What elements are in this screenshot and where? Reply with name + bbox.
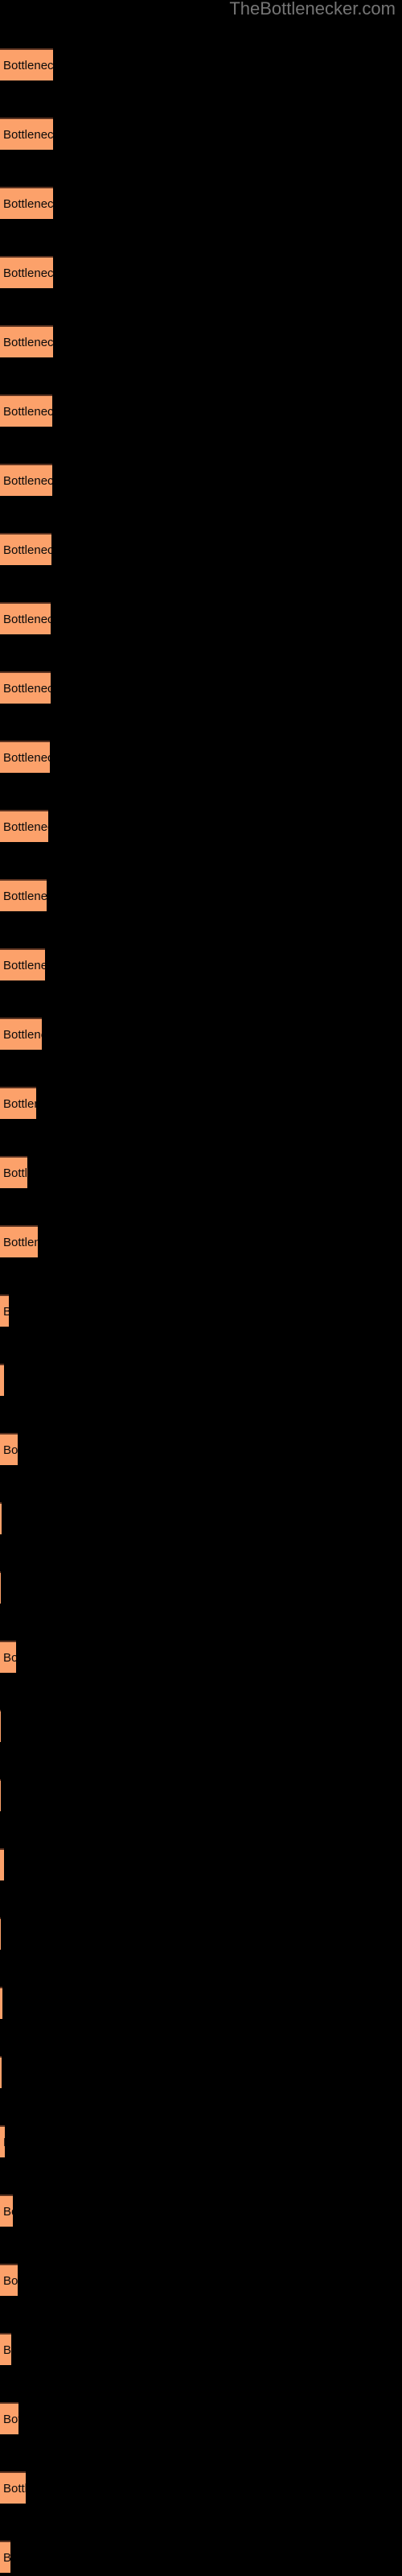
bar: Bottleneck result (0, 2125, 5, 2157)
bar-label: Bottleneck result (3, 890, 47, 903)
bar-label: Bottleneck result (3, 1850, 4, 1880)
bar-label: Bottleneck result (3, 613, 51, 626)
bar: Bottleneck result (0, 256, 53, 288)
bar-label: Bottleneck result (3, 1365, 4, 1396)
bar: Bottleneck result (0, 2264, 18, 2296)
bar: Bottleneck result (0, 1848, 4, 1880)
bar-label: Bottleneck result (3, 1296, 9, 1327)
bar: Bottleneck result (0, 1433, 18, 1465)
bar: Bottleneck result (0, 1571, 1, 1604)
bar: Bottleneck result (0, 1225, 38, 1257)
bar: Bottleneck result (0, 48, 53, 80)
bar-label: Bottleneck result (3, 266, 53, 280)
bar-label: Bottleneck result (3, 820, 48, 834)
bar-label: Bottleneck result (3, 2127, 5, 2157)
bar: Bottleneck result (0, 602, 51, 634)
bar: Bottleneck result (0, 1294, 9, 1327)
bar-label: Bottleneck result (3, 2482, 26, 2496)
bar-label: Bottleneck result (3, 474, 52, 488)
bar: Bottleneck result (0, 2541, 10, 2573)
bar: Bottleneck result (0, 948, 45, 980)
bar-label: Bottleneck result (3, 1236, 38, 1249)
bar: Bottleneck result (0, 1641, 16, 1673)
bar: Bottleneck result (0, 2056, 2, 2088)
bar: Bottleneck result (0, 1087, 36, 1119)
bar-label: Bottleneck result (3, 1166, 27, 1180)
bar-label: Bottleneck result (3, 1097, 36, 1111)
bar: Bottleneck result (0, 2333, 11, 2365)
bar: Bottleneck result (0, 1987, 2, 2019)
bar: Bottleneck result (0, 187, 53, 219)
plot-area: Bottleneck result Bottleneck result Bottle… (0, 0, 402, 2576)
bar: Bottleneck result (0, 1779, 1, 1811)
bar-label: Bottleneck result (3, 543, 51, 557)
bar: Bottleneck result (0, 1710, 1, 1742)
bar: Bottleneck result (0, 1364, 4, 1396)
bar-label: Bottleneck result (3, 751, 50, 765)
bar-label: Bottleneck result (3, 59, 53, 72)
bar: Bottleneck result (0, 1502, 2, 1534)
bar: Bottleneck result (0, 325, 53, 357)
bar: Bottleneck result (0, 1018, 42, 1050)
bar: Bottleneck result (0, 1918, 1, 1950)
bar: Bottleneck result (0, 879, 47, 911)
bar: Bottleneck result (0, 2402, 18, 2434)
bar-label: Bottleneck result (3, 2343, 11, 2357)
bar: Bottleneck result (0, 394, 52, 427)
bar-label: Bottleneck result (3, 2542, 10, 2573)
bar: Bottleneck result (0, 741, 50, 773)
bar-label: Bottleneck result (3, 1028, 42, 1042)
bar-label: Bottleneck result (3, 405, 52, 419)
bar: Bottleneck result (0, 810, 48, 842)
bar-label: Bottleneck result (3, 682, 51, 696)
bar-label: Bottleneck result (3, 197, 53, 211)
bar: Bottleneck result (0, 118, 53, 150)
bar-label: Bottleneck result (3, 336, 53, 349)
bar: Bottleneck result (0, 1156, 27, 1188)
bar-label: Bottleneck result (3, 1651, 16, 1665)
bar-label: Bottleneck result (3, 2274, 18, 2288)
bar: Bottleneck result (0, 2194, 13, 2227)
bar-label: Bottleneck result (3, 2413, 18, 2426)
bar: Bottleneck result (0, 671, 51, 704)
bar-chart-root: TheBottlenecker.com Bottleneck resultBot… (0, 0, 402, 2576)
bar-label: Bottleneck result (3, 128, 53, 142)
bar-label: Bottleneck result (3, 1443, 18, 1457)
bar-label: Bottleneck result (3, 959, 45, 972)
bar: Bottleneck result (0, 2471, 26, 2504)
bar: Bottleneck result (0, 533, 51, 565)
bar: Bottleneck result (0, 464, 52, 496)
bar-label: Bottleneck result (3, 2205, 13, 2219)
